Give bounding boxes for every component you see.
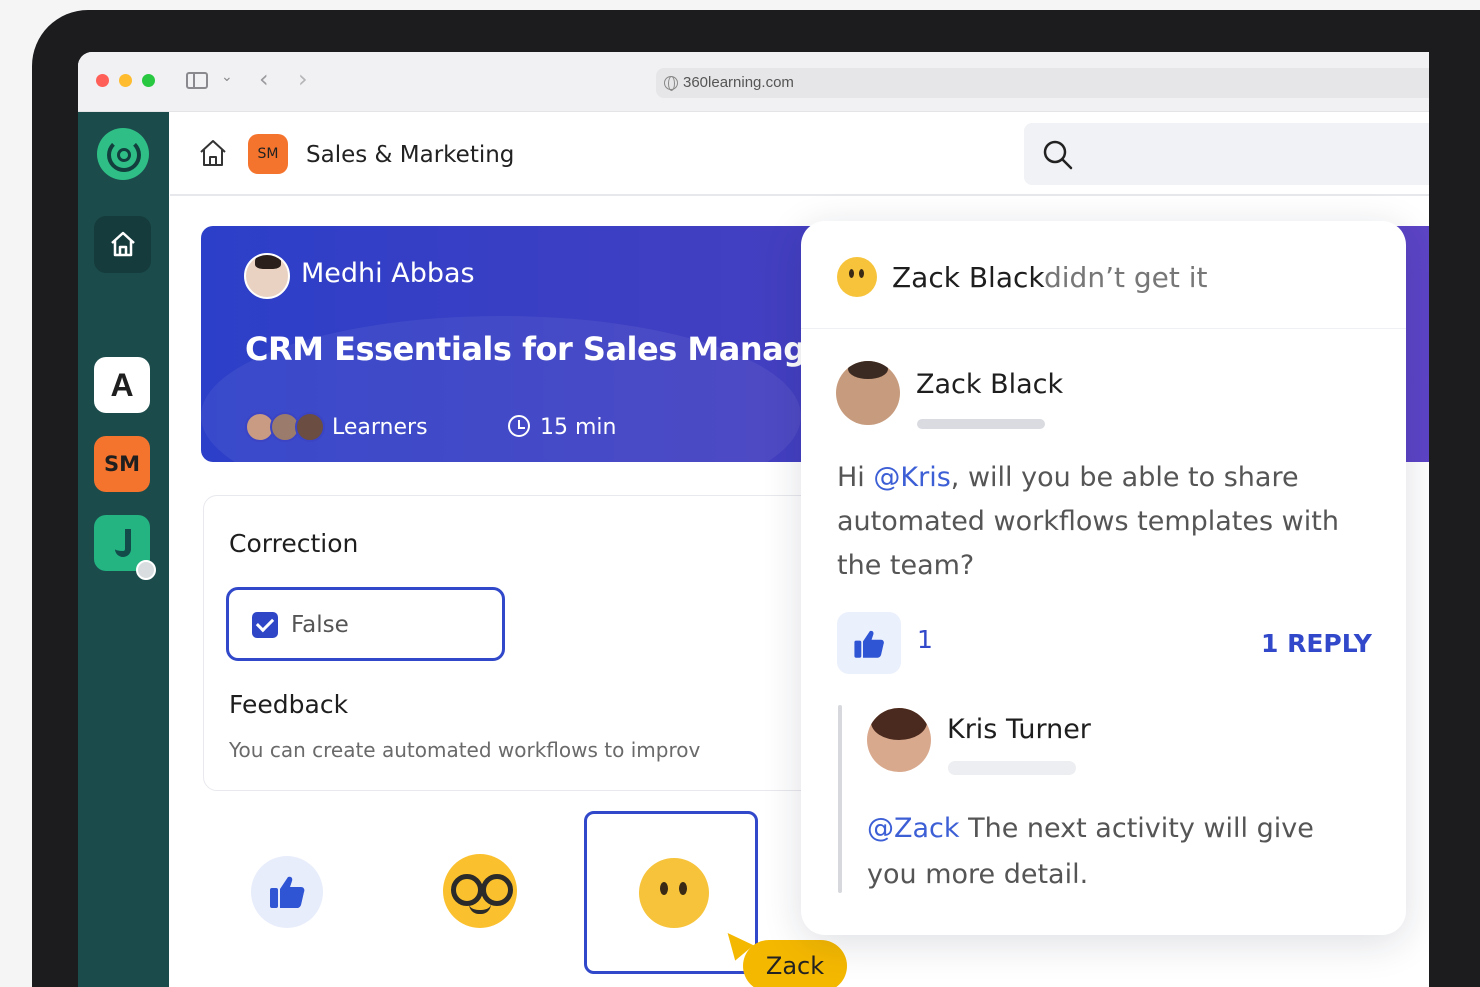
feedback-title: Feedback: [229, 690, 349, 719]
avatar: [295, 412, 325, 442]
comments-panel: Zack Black didn’t get it Zack Black Hi @…: [801, 221, 1406, 935]
reply-body: @Zack The next activity will give you mo…: [867, 806, 1347, 898]
nerd-face-reaction-button[interactable]: [443, 854, 517, 928]
comment-author-name: Zack Black: [916, 369, 1064, 400]
nerd-face-icon: [469, 904, 491, 914]
checkbox-checked-icon[interactable]: [252, 612, 278, 638]
course-title: CRM Essentials for Sales Manag: [245, 330, 806, 368]
clock-icon: [508, 415, 530, 437]
comment-author-avatar: [836, 361, 900, 425]
comments-header: Zack Black didn’t get it: [801, 221, 1406, 329]
eye: [679, 882, 687, 895]
thumbs-up-icon: [854, 630, 884, 658]
forward-arrow-icon[interactable]: ›: [298, 65, 308, 93]
course-duration: 15 min: [540, 415, 617, 440]
replies-link[interactable]: 1 REPLY: [1261, 629, 1372, 658]
close-window-button[interactable]: [96, 74, 109, 87]
sidebar-home-button[interactable]: [94, 216, 151, 273]
search-icon: [1043, 140, 1073, 170]
sidebar-app-a[interactable]: A: [94, 357, 150, 413]
correction-card: Correction False Feedback You can create…: [203, 495, 823, 791]
reply-author-avatar: [867, 708, 931, 772]
breadcrumb[interactable]: Sales & Marketing: [306, 142, 514, 168]
minimize-window-button[interactable]: [119, 74, 132, 87]
author-name: Medhi Abbas: [301, 258, 475, 289]
answer-label: False: [291, 612, 349, 638]
stage: ⌄ ‹ › 360learning.com A SM SM Sales & Ma…: [0, 0, 1480, 987]
url-text: 360learning.com: [683, 74, 794, 91]
maximize-window-button[interactable]: [142, 74, 155, 87]
reply-author-name: Kris Turner: [947, 714, 1091, 745]
comment-greeting: Hi: [837, 462, 865, 493]
search-input[interactable]: [1024, 123, 1429, 185]
confused-face-icon: [837, 257, 877, 297]
address-bar[interactable]: 360learning.com: [656, 68, 1429, 98]
app-sidebar: A SM: [78, 112, 169, 987]
cursor-user-label: Zack: [743, 940, 847, 987]
comment-meta-placeholder: [917, 419, 1045, 429]
learners-label[interactable]: Learners: [332, 415, 428, 440]
header-user-name: Zack Black: [892, 261, 1045, 294]
like-count: 1: [917, 625, 933, 654]
sidebar-app-sm[interactable]: SM: [94, 436, 150, 492]
chevron-down-icon[interactable]: ⌄: [221, 69, 233, 85]
reply-meta-placeholder: [948, 761, 1076, 775]
learners-avatars: [245, 412, 325, 444]
correction-title: Correction: [229, 529, 359, 558]
answer-option[interactable]: False: [226, 587, 505, 661]
author-avatar: [244, 253, 290, 299]
home-icon[interactable]: [198, 138, 228, 168]
clock-badge-icon: [136, 560, 156, 580]
globe-icon: [664, 76, 678, 91]
thumbs-up-icon: [270, 876, 305, 908]
confused-face-icon: [639, 858, 709, 928]
space-badge: SM: [248, 134, 288, 174]
header-reaction-text: didn’t get it: [1044, 261, 1208, 294]
eye: [660, 882, 668, 895]
feedback-text: You can create automated workflows to im…: [229, 738, 701, 762]
comment-body: Hi @Kris, will you be able to share auto…: [837, 462, 1339, 581]
thread-divider: [838, 705, 842, 893]
eye: [859, 269, 864, 278]
360learning-logo-icon[interactable]: [97, 128, 149, 180]
back-arrow-icon[interactable]: ‹: [259, 65, 269, 93]
browser-toolbar: ⌄ ‹ › 360learning.com: [78, 52, 1429, 112]
comment-like-button[interactable]: [837, 612, 901, 674]
page-header: SM Sales & Marketing: [170, 112, 1429, 196]
like-reaction-button[interactable]: [251, 856, 323, 928]
sidebar-toggle-icon[interactable]: [186, 72, 208, 89]
app-screen: ⌄ ‹ › 360learning.com A SM SM Sales & Ma…: [78, 52, 1429, 987]
mention-link[interactable]: @Kris: [873, 462, 950, 493]
eye: [849, 269, 854, 278]
home-icon: [111, 231, 135, 257]
mention-link[interactable]: @Zack: [867, 813, 960, 844]
